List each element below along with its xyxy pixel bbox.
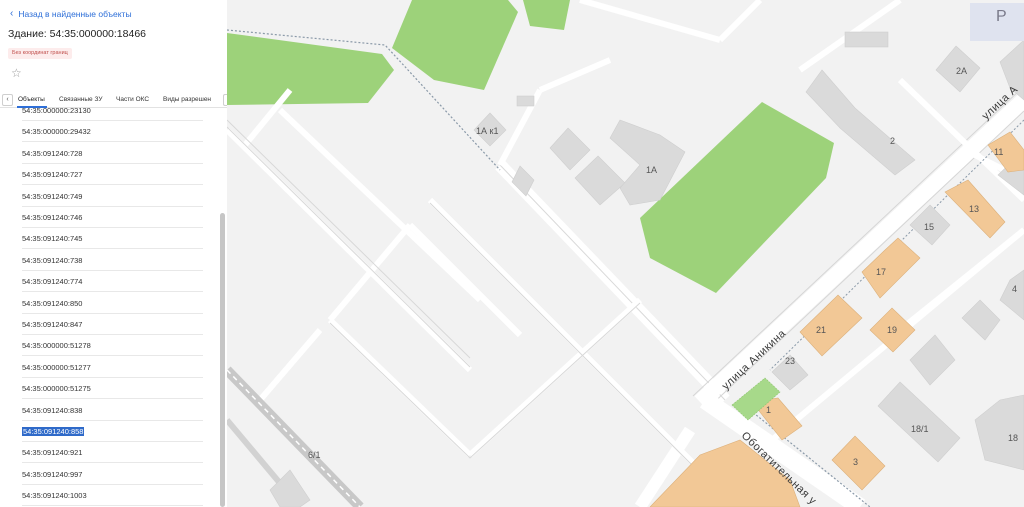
- list-item[interactable]: 54:35:091240:838: [22, 400, 203, 421]
- list-item-label: 54:35:091240:746: [22, 213, 83, 222]
- list-item[interactable]: 54:35:091240:749: [22, 186, 203, 207]
- list-item-label: 54:35:091240:749: [22, 191, 83, 201]
- tab-building-parts[interactable]: Части ОКС: [116, 96, 149, 103]
- list-item[interactable]: 54:35:091240:850: [22, 293, 203, 314]
- list-item-label: 54:35:091240:921: [22, 448, 83, 458]
- list-item-label: 54:35:091240:847: [22, 320, 83, 329]
- list-item-label: 54:35:000000:51278: [22, 341, 91, 351]
- house-number-11: 11: [994, 147, 1004, 157]
- list-item[interactable]: 54:35:091240:727: [22, 164, 203, 186]
- tab-objects[interactable]: Объекты: [18, 96, 45, 103]
- list-item[interactable]: 54:35:000000:23130: [22, 108, 203, 121]
- house-number-1: 1: [766, 405, 772, 415]
- house-number-23: 23: [785, 356, 796, 366]
- list-item[interactable]: 54:35:091240:921: [22, 442, 203, 464]
- list-item[interactable]: 54:35:000000:29432: [22, 121, 203, 143]
- list-item[interactable]: 54:35:091240:997: [22, 464, 203, 485]
- house-number-21: 21: [816, 325, 827, 335]
- house-number-2a: 2А: [956, 66, 968, 76]
- list-item-label: 54:35:000000:51277: [22, 362, 91, 372]
- house-number-15: 15: [924, 222, 935, 232]
- list-item-label: 54:35:091240:838: [22, 405, 83, 415]
- house-number-1a: 1А: [646, 165, 658, 175]
- list-item-label: 54:35:091240:1003: [22, 491, 87, 501]
- house-number-4: 4: [1012, 284, 1018, 294]
- page-title: Здание: 54:35:000000:18466: [8, 28, 146, 40]
- house-number-18: 18: [1008, 433, 1019, 443]
- objects-list[interactable]: 54:35:000000:23130 54:35:000000:29432 54:3…: [0, 108, 220, 507]
- list-item[interactable]: 54:35:091240:1003: [22, 485, 203, 507]
- park-area-top-right: [523, 0, 570, 30]
- list-item[interactable]: 54:35:091240:746: [22, 207, 203, 228]
- object-info-panel: ‹ Назад в найденные объекты Здание: 54:3…: [0, 0, 227, 507]
- list-item-label: 54:35:091240:997: [22, 469, 83, 479]
- list-item[interactable]: 54:35:000000:51277: [22, 357, 203, 378]
- app-window: 1А к1 1А 2А 2 11 13 15 17 4 21 19 23 1 1…: [0, 0, 1024, 507]
- list-item[interactable]: 54:35:000000:51278: [22, 335, 203, 357]
- list-item-label: 54:35:091240:774: [22, 277, 83, 287]
- list-item[interactable]: 54:35:000000:51275: [22, 378, 203, 400]
- tabs-scroll-left-button[interactable]: ‹: [2, 94, 13, 106]
- list-item[interactable]: 54:35:091240:774: [22, 271, 203, 293]
- list-item-label: 54:35:000000:29432: [22, 127, 91, 137]
- house-number-6-1: 6/1: [308, 450, 321, 460]
- list-item-label: 54:35:091240:728: [22, 148, 83, 158]
- tab-permitted-uses[interactable]: Виды разрешен: [163, 96, 211, 103]
- tab-related-plots[interactable]: Связанные ЗУ: [59, 96, 102, 103]
- house-number-13: 13: [969, 204, 980, 214]
- house-number-19: 19: [887, 325, 898, 335]
- list-scrollbar[interactable]: [220, 213, 225, 507]
- house-number-18-1: 18/1: [911, 424, 929, 434]
- list-item-label: 54:35:000000:51275: [22, 384, 91, 394]
- list-item-label-selected: 54:35:091240:858: [22, 427, 85, 436]
- house-number-3: 3: [853, 457, 859, 467]
- list-item-label: 54:35:091240:738: [22, 255, 83, 265]
- parking-icon: P: [996, 8, 1007, 25]
- chevron-left-icon: ‹: [10, 8, 14, 19]
- list-item[interactable]: 54:35:091240:738: [22, 250, 203, 271]
- list-item[interactable]: 54:35:091240:858: [22, 421, 203, 442]
- back-link-label: Назад в найденные объекты: [18, 9, 132, 19]
- list-item[interactable]: 54:35:091240:847: [22, 314, 203, 335]
- list-item-label: 54:35:091240:850: [22, 298, 83, 308]
- tabs-bar: ‹ Объекты Связанные ЗУ Части ОКС Виды ра…: [0, 93, 227, 108]
- house-number-1a-k1: 1А к1: [476, 126, 499, 136]
- back-to-results-link[interactable]: ‹ Назад в найденные объекты: [10, 8, 132, 20]
- favorite-star-icon[interactable]: ☆: [11, 67, 22, 79]
- list-item[interactable]: 54:35:091240:745: [22, 228, 203, 250]
- list-item-label: 54:35:000000:23130: [22, 108, 91, 115]
- list-item[interactable]: 54:35:091240:728: [22, 143, 203, 164]
- list-item-label: 54:35:091240:745: [22, 234, 83, 244]
- house-number-17: 17: [876, 267, 887, 277]
- tabs-scroll-right-button[interactable]: ›: [223, 94, 227, 106]
- status-badge: Без координат границ: [8, 48, 72, 59]
- list-item-label: 54:35:091240:727: [22, 170, 83, 180]
- house-number-2: 2: [890, 136, 896, 146]
- parking-area: P: [970, 3, 1024, 41]
